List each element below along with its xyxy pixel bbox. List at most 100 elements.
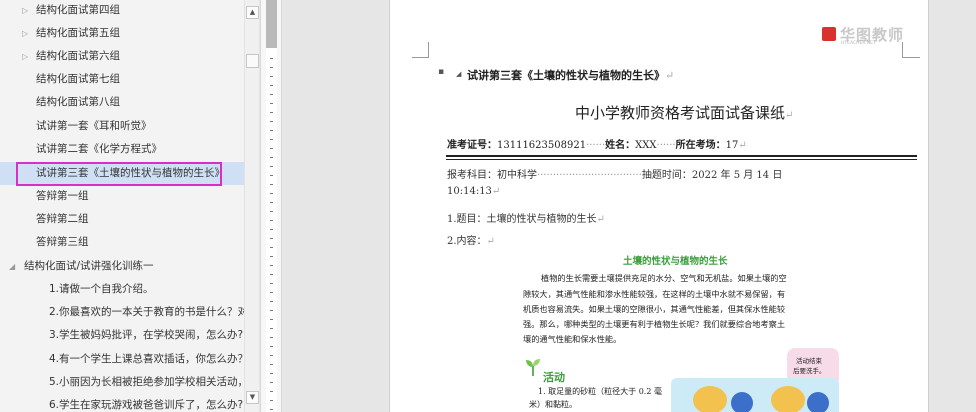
collapse-heading-icon[interactable]: ◢: [456, 70, 461, 78]
ruler-tick: [270, 139, 273, 140]
nav-item-label: 结构化面试/试讲强化训练一: [24, 260, 154, 272]
collapsed-arrow-icon[interactable]: ▷: [22, 0, 28, 22]
nav-item[interactable]: 试讲第一套《耳和听觉》: [0, 115, 244, 138]
ruler-tick: [270, 301, 273, 302]
hand-illustration: [771, 386, 805, 412]
ruler-tick: [270, 220, 273, 221]
nav-item[interactable]: 5.小丽因为长相被拒绝参加学校相关活动，...: [0, 371, 244, 394]
crop-mark: [428, 42, 429, 58]
ruler-tick: [270, 238, 273, 239]
ruler-tick: [270, 337, 273, 338]
nav-item-label: 结构化面试第五组: [36, 27, 120, 39]
selection-highlight: [16, 162, 222, 186]
ruler-tick: [270, 157, 273, 158]
nav-item[interactable]: 1.请做一个自我介绍。: [0, 278, 244, 301]
nav-item-label: 试讲第一套《耳和听觉》: [36, 120, 152, 132]
document-title[interactable]: 中小学教师资格考试面试备课纸↵: [575, 102, 793, 123]
nav-item[interactable]: ◢ 结构化面试/试讲强化训练一: [0, 255, 244, 278]
document-heading[interactable]: 试讲第三套《土壤的性状与植物的生长》↵: [467, 67, 674, 83]
nav-item-label: 答辩第一组: [36, 190, 89, 202]
nav-item[interactable]: ▷ 结构化面试第五组: [0, 22, 244, 45]
image-paragraph-line: 壤的通气性能和保水性能。: [523, 334, 622, 344]
nav-item-label: 1.请做一个自我介绍。: [49, 283, 154, 295]
image-paragraph-line: 植物的生长需要土壤提供充足的水分、空气和无机盐。如果土壤的空: [541, 273, 787, 283]
nav-item-label: 试讲第二套《化学方程式》: [36, 143, 162, 155]
subject-line[interactable]: 报考科目：初中科学·······························…: [447, 166, 782, 181]
ruler-tick: [270, 310, 273, 311]
nav-item[interactable]: ▷ 结构化面试第六组: [0, 45, 244, 68]
nav-item-label: 2.你最喜欢的一本关于教育的书是什么？对...: [49, 306, 244, 318]
ruler-tick: [270, 319, 273, 320]
ruler-tick: [270, 175, 273, 176]
bullet-icon: ▪: [438, 67, 445, 77]
ruler-tick: [270, 85, 273, 86]
activity-note-line-1: 活动结束: [796, 357, 822, 365]
nav-item-label: 结构化面试第四组: [36, 4, 120, 16]
nav-item[interactable]: 2.你最喜欢的一本关于教育的书是什么？对...: [0, 301, 244, 324]
crop-mark: [902, 57, 920, 58]
nav-item-label: 3.学生被妈妈批评，在学校哭闹，怎么办?: [49, 329, 244, 341]
nav-item[interactable]: 结构化面试第八组: [0, 91, 244, 114]
exam-info-line[interactable]: 准考证号：13111623508921······姓名：XXX······所在考…: [447, 136, 747, 151]
nav-item[interactable]: 答辩第一组: [0, 185, 244, 208]
ruler-tick: [270, 409, 273, 410]
ruler-tick: [270, 364, 273, 365]
nav-item[interactable]: 6.学生在家玩游戏被爸爸训斥了，怎么办?: [0, 394, 244, 412]
nav-item[interactable]: 答辩第三组: [0, 231, 244, 254]
ruler-tick: [270, 274, 273, 275]
scroll-down-button[interactable]: ▼: [246, 391, 259, 404]
ruler-margin: [266, 0, 277, 48]
ruler-tick: [270, 328, 273, 329]
step-1-line-b: 米）和黏粒。: [529, 400, 577, 409]
ruler-tick: [270, 346, 273, 347]
ruler-tick: [270, 229, 273, 230]
ruler-tick: [270, 391, 273, 392]
nav-item-label: 答辩第三组: [36, 236, 89, 248]
step-1-line-a: 1. 取足量的砂粒（粒径大于 0.2 毫: [538, 387, 662, 396]
nav-item[interactable]: 4.有一个学生上课总喜欢插话，你怎么办？: [0, 348, 244, 371]
collapsed-arrow-icon[interactable]: ▷: [22, 45, 28, 68]
ruler-tick: [270, 67, 273, 68]
nav-item-label: 结构化面试第八组: [36, 96, 120, 108]
ruler-tick: [270, 112, 273, 113]
nav-item-label: 6.学生在家玩游戏被爸爸训斥了，怎么办?: [49, 399, 244, 411]
ruler-tick: [270, 121, 273, 122]
nav-item[interactable]: 试讲第二套《化学方程式》: [0, 138, 244, 161]
textbook-image[interactable]: 土壤的性状与植物的生长 植物的生长需要土壤提供充足的水分、空气和无机盐。如果土壤…: [521, 250, 839, 412]
item-topic[interactable]: 1.题目：土壤的性状与植物的生长↵: [447, 210, 605, 225]
nav-item[interactable]: 答辩第二组: [0, 208, 244, 231]
expanded-arrow-icon[interactable]: ◢: [9, 255, 15, 278]
ruler-tick: [270, 400, 273, 401]
logo-mark-icon: [822, 27, 836, 41]
ruler-tick: [270, 103, 273, 104]
ruler-tick: [270, 382, 273, 383]
hand-illustration: [693, 386, 727, 412]
sprout-icon: [526, 359, 540, 376]
ruler-tick: [270, 355, 273, 356]
nav-item-label: 4.有一个学生上课总喜欢插话，你怎么办？: [49, 353, 244, 365]
nav-item-label: 5.小丽因为长相被拒绝参加学校相关活动，...: [49, 376, 244, 388]
scroll-up-button[interactable]: ▲: [246, 6, 259, 19]
scroll-thumb[interactable]: [246, 54, 259, 68]
navigation-scrollbar[interactable]: ▲ ▼: [244, 0, 259, 412]
image-paragraph-line: 强。那么，哪种类型的土壤更有利于植物生长呢？我们就要综合地考察土: [523, 319, 786, 329]
nav-item[interactable]: 3.学生被妈妈批评，在学校哭闹，怎么办?: [0, 324, 244, 347]
collapsed-arrow-icon[interactable]: ▷: [22, 22, 28, 45]
ruler-tick: [270, 58, 273, 59]
rule-thin: [446, 159, 917, 160]
image-paragraph-line: 机质也容易流失。如果土壤的空隙很小，其通气性能差，但其保水性能较: [523, 304, 786, 314]
nav-item[interactable]: 结构化面试第七组: [0, 68, 244, 91]
nav-item[interactable]: ▷ 结构化面试第四组: [0, 0, 244, 22]
ruler-tick: [270, 292, 273, 293]
nav-item-label: 结构化面试第七组: [36, 73, 120, 85]
ruler-tick: [270, 247, 273, 248]
ruler-tick: [270, 166, 273, 167]
item-content[interactable]: 2.内容：↵: [447, 232, 495, 247]
draw-time-line[interactable]: 10:14:13↵: [447, 186, 500, 197]
ruler-tick: [270, 373, 273, 374]
crop-mark: [412, 57, 429, 58]
activity-note-line-2: 后要洗手。: [793, 367, 826, 375]
vertical-ruler: [260, 0, 282, 412]
ruler-tick: [270, 184, 273, 185]
ruler-tick: [270, 202, 273, 203]
